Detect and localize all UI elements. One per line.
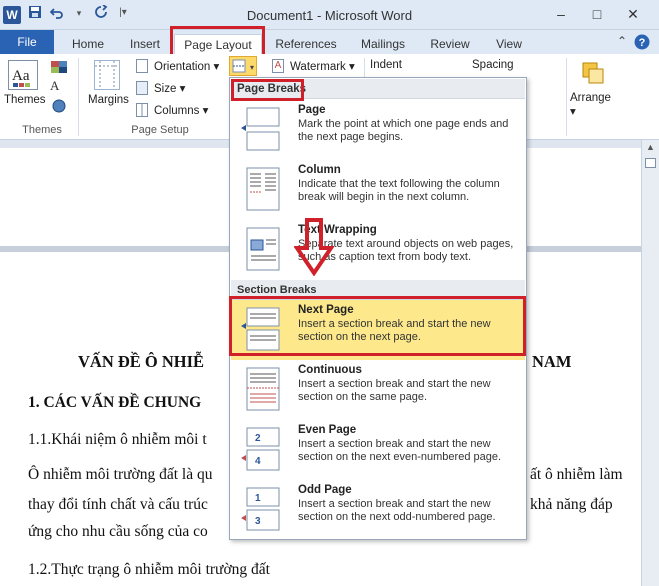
menu-item-text-wrapping[interactable]: Text Wrapping Separate text around objec… — [231, 220, 525, 280]
margins-label: Margins — [88, 94, 129, 106]
indent-label: Indent — [370, 59, 402, 71]
menu-item-description: Indicate that the text following the col… — [298, 178, 500, 203]
annotation-down-arrow-icon — [293, 218, 335, 277]
scroll-up-icon[interactable]: ▲ — [646, 142, 655, 152]
columns-label: Columns ▾ — [154, 105, 209, 117]
help-icon[interactable]: ? — [633, 33, 651, 51]
watermark-icon: A — [272, 59, 284, 73]
arrange-label: Arrange ▾ — [570, 92, 611, 118]
theme-fonts-icon[interactable]: A — [50, 78, 70, 94]
watermark-label: Watermark ▾ — [290, 61, 355, 73]
ruler-toggle-icon[interactable] — [645, 158, 656, 168]
text-wrapping-break-icon — [241, 226, 283, 272]
ribbon-tabs: File Home Insert Page Layout References … — [0, 30, 659, 54]
section-heading: 1. CÁC VẤN ĐỀ CHUNG — [28, 394, 202, 411]
svg-text:▾: ▾ — [250, 63, 254, 72]
spacing-label: Spacing — [472, 59, 514, 71]
themes-button[interactable]: Aa Themes — [4, 58, 46, 118]
menu-item-description: Insert a section break and start the new… — [298, 498, 496, 523]
document-heading-end: NAM — [532, 352, 572, 371]
menu-item-even-page[interactable]: 24 Even Page Insert a section break and … — [231, 420, 525, 480]
margins-button[interactable]: Margins — [86, 58, 130, 118]
even-icon-number: 4 — [255, 456, 261, 467]
columns-icon — [136, 103, 148, 117]
subsection-heading: 1.1.Khái niệm ô nhiễm môi t — [28, 431, 207, 448]
menu-item-column[interactable]: Column Indicate that the text following … — [231, 160, 525, 220]
continuous-break-icon — [241, 366, 283, 412]
tab-home[interactable]: Home — [64, 34, 112, 54]
even-page-break-icon: 24 — [241, 426, 283, 472]
menu-item-page[interactable]: Page Mark the point at which one page en… — [231, 100, 525, 160]
close-button[interactable]: ✕ — [615, 3, 651, 25]
arrange-button[interactable]: Arrange ▾ — [570, 58, 616, 118]
title-bar: W ▾ |▾ Document1 - Microsoft Word – □ ✕ — [0, 0, 659, 30]
menu-item-title: Column — [298, 164, 341, 176]
tab-insert[interactable]: Insert — [122, 34, 168, 54]
menu-item-odd-page[interactable]: 13 Odd Page Insert a section break and s… — [231, 480, 525, 540]
tab-review[interactable]: Review — [424, 34, 476, 54]
tab-mailings[interactable]: Mailings — [352, 34, 414, 54]
window-controls: – □ ✕ — [543, 3, 651, 25]
menu-item-continuous[interactable]: Continuous Insert a section break and st… — [231, 360, 525, 420]
even-icon-number: 2 — [255, 433, 261, 444]
columns-button[interactable]: Columns ▾ — [136, 102, 216, 118]
size-button[interactable]: Size ▾ — [136, 80, 196, 96]
menu-item-title: Odd Page — [298, 484, 352, 496]
document-heading: VẤN ĐỀ Ô NHIỄ — [78, 352, 205, 371]
paragraph-line: thay đổi tính chất và cấu trúc — [28, 496, 208, 513]
tab-file[interactable]: File — [0, 30, 54, 54]
themes-label: Themes — [4, 94, 46, 106]
themes-icon: Aa — [8, 60, 38, 90]
svg-text:?: ? — [639, 37, 646, 49]
vertical-scrollbar[interactable]: ▲ — [641, 140, 659, 586]
group-divider — [78, 58, 79, 136]
menu-item-title: Even Page — [298, 424, 357, 436]
column-break-icon — [241, 166, 283, 212]
size-icon — [136, 81, 148, 95]
theme-colors-icon[interactable] — [50, 60, 70, 76]
group-label-themes: Themes — [22, 124, 62, 136]
subsection-heading: 1.2.Thực trạng ô nhiễm môi trường đất — [28, 561, 270, 578]
minimize-button[interactable]: – — [543, 3, 579, 25]
theme-effects-icon[interactable] — [50, 98, 70, 114]
breaks-button[interactable]: ▾ — [229, 56, 257, 76]
menu-item-title: Continuous — [298, 364, 362, 376]
paragraph-line-end: ất ô nhiễm làm — [530, 466, 623, 483]
tab-references[interactable]: References — [270, 34, 342, 54]
page-break-icon — [241, 106, 283, 152]
group-divider — [566, 58, 567, 136]
odd-page-break-icon: 13 — [241, 486, 283, 532]
margins-icon — [94, 60, 120, 90]
group-label-page-setup: Page Setup — [131, 124, 189, 136]
menu-item-description: Insert a section break and start the new… — [298, 438, 502, 463]
breaks-icon: ▾ — [232, 59, 254, 73]
menu-item-title: Page — [298, 104, 326, 116]
annotation-highlight-page-breaks — [231, 79, 304, 101]
maximize-button[interactable]: □ — [579, 3, 615, 25]
arrange-icon — [580, 60, 606, 86]
odd-icon-number: 1 — [255, 493, 261, 504]
paragraph-line-end: khả năng đáp — [530, 496, 613, 513]
menu-item-description: Insert a section break and start the new… — [298, 378, 491, 403]
svg-text:Aa: Aa — [12, 68, 30, 84]
paragraph-line: Ô nhiễm môi trường đất là qu — [28, 466, 213, 483]
tab-view[interactable]: View — [486, 34, 532, 54]
orientation-label: Orientation ▾ — [154, 61, 220, 73]
menu-item-description: Mark the point at which one page ends an… — [298, 118, 509, 143]
size-label: Size ▾ — [154, 83, 186, 95]
watermark-button[interactable]: A Watermark ▾ — [272, 58, 362, 74]
paragraph-line: ứng cho nhu cầu sống của co — [28, 523, 208, 540]
orientation-button[interactable]: Orientation ▾ — [136, 58, 226, 74]
odd-icon-number: 3 — [255, 516, 261, 527]
collapse-ribbon-icon[interactable]: ⌃ — [617, 34, 627, 48]
annotation-highlight-next-page — [229, 296, 526, 356]
orientation-icon — [136, 59, 148, 73]
